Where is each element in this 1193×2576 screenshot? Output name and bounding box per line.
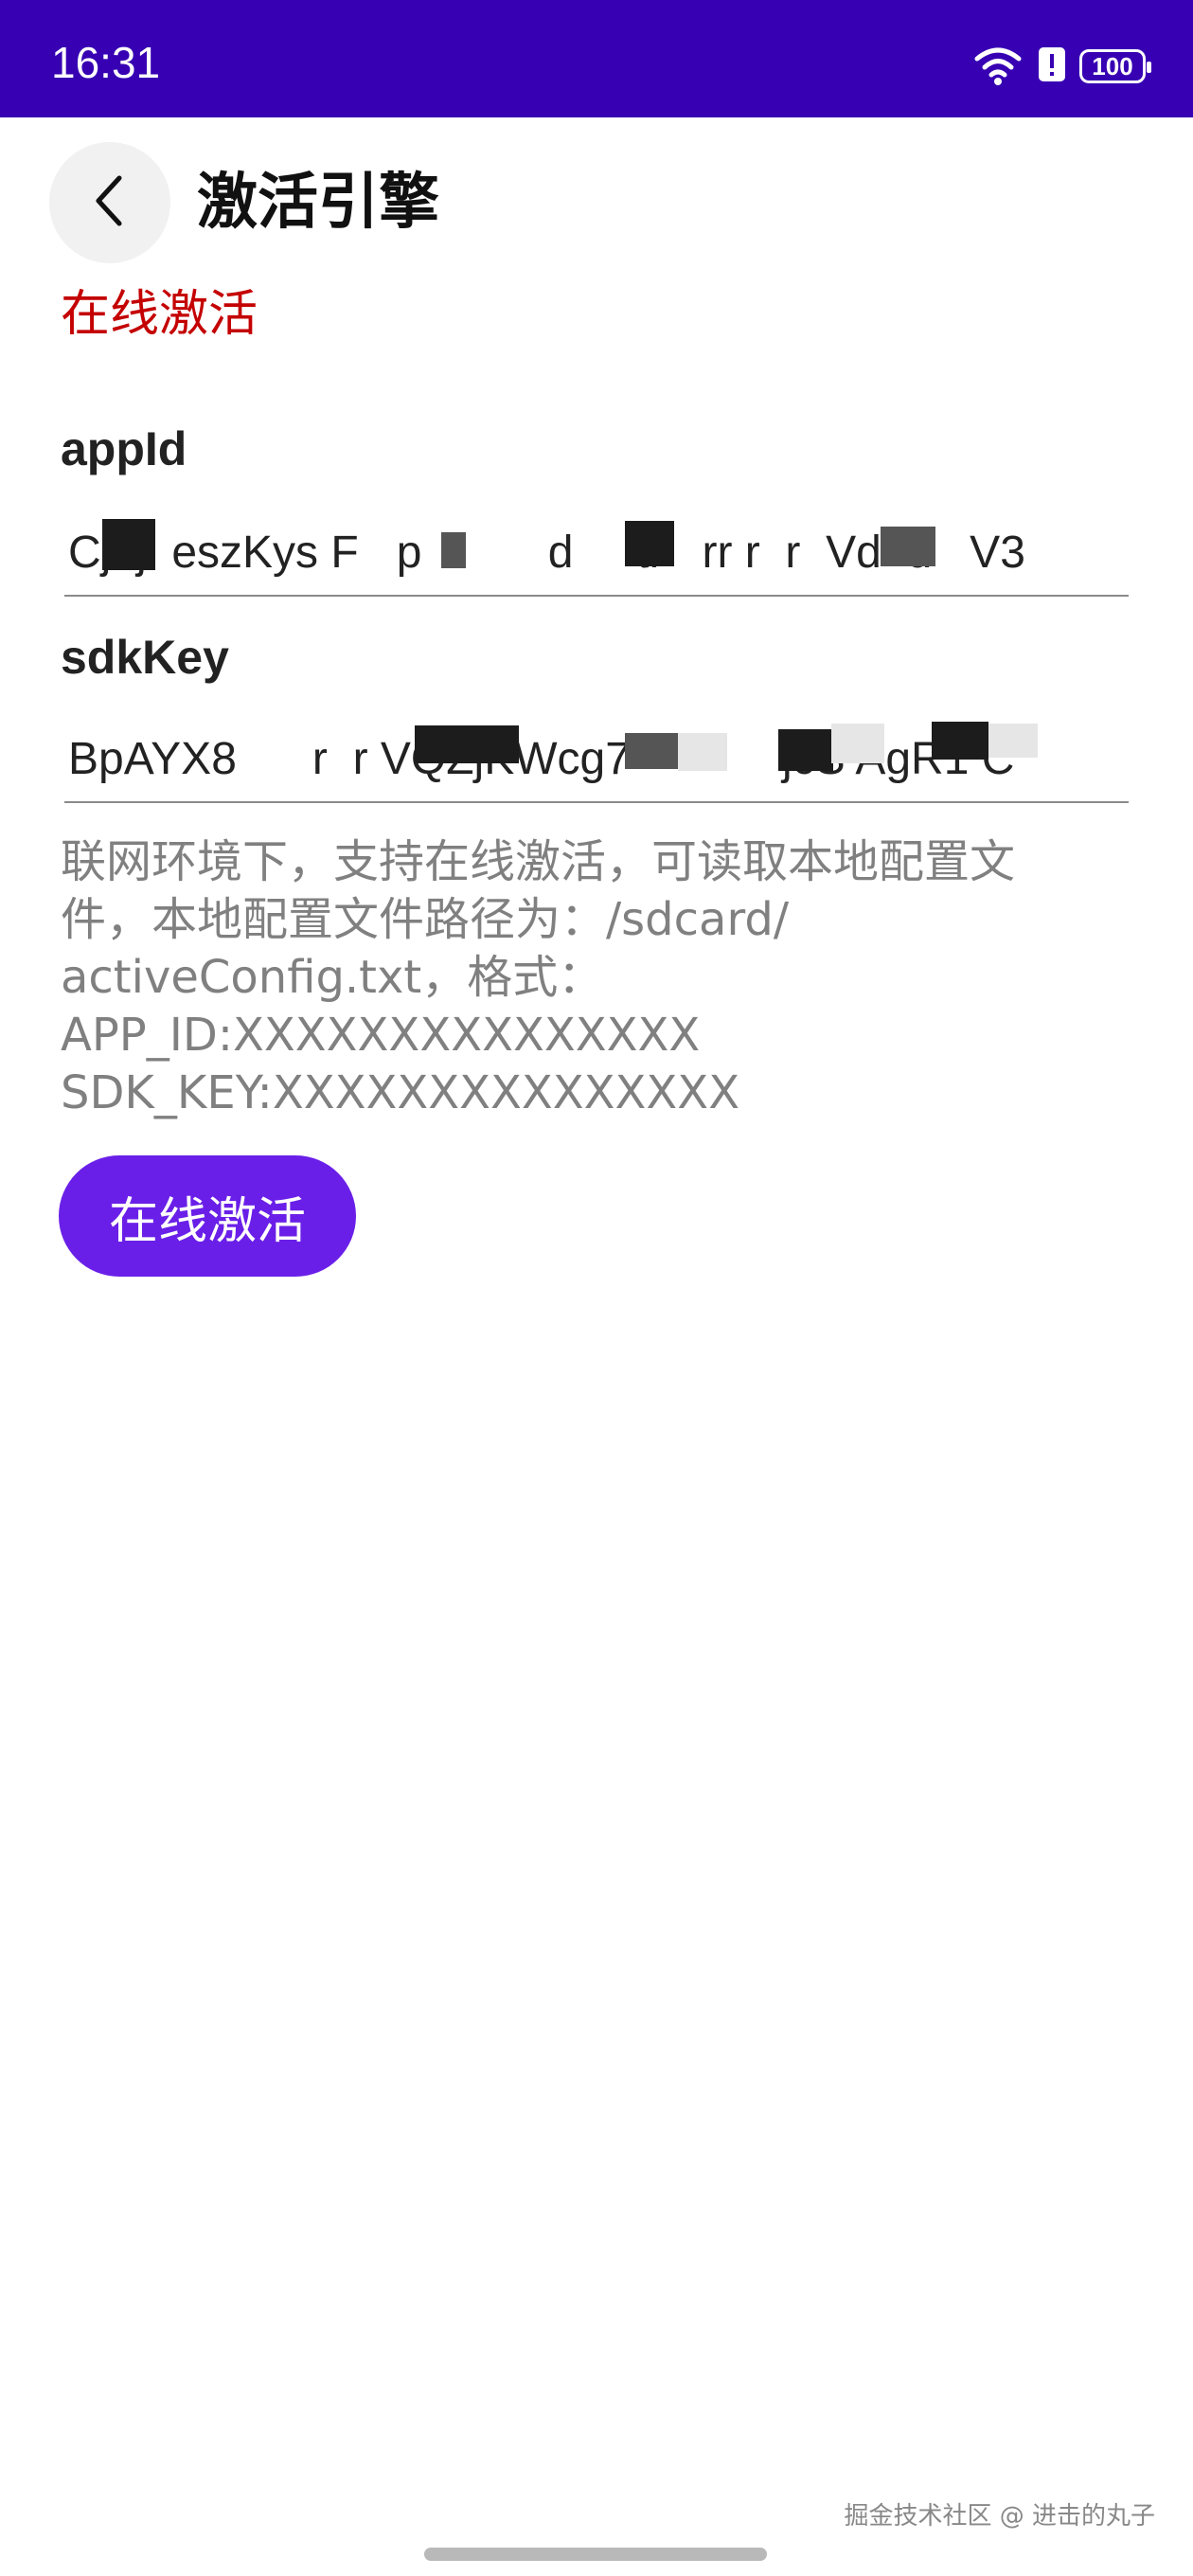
redaction-block <box>678 733 727 771</box>
redaction-block <box>102 519 155 570</box>
hint-line: APP_ID:XXXXXXXXXXXXXXX <box>61 1009 701 1062</box>
hint-line: 联网环境下，支持在线激活，可读取本地配置文 <box>61 835 1016 888</box>
status-icons: 100 <box>971 44 1151 89</box>
alert-icon <box>1038 45 1066 87</box>
hint-line: activeConfig.txt，格式： <box>61 951 604 1004</box>
hint-line: SDK_KEY:XXXXXXXXXXXXXXX <box>61 1066 740 1119</box>
redaction-block <box>441 532 466 568</box>
app-id-label: appId <box>61 422 187 475</box>
redaction-block <box>881 527 935 566</box>
redaction-block <box>831 724 884 763</box>
page-title: 激活引擎 <box>197 168 439 238</box>
wifi-icon <box>971 44 1024 89</box>
redaction-block <box>625 733 678 769</box>
sdk-key-label: sdkKey <box>61 631 229 684</box>
activate-online-button[interactable]: 在线激活 <box>59 1155 356 1277</box>
redaction-block <box>778 729 833 771</box>
hint-line: 件，本地配置文件路径为：/sdcard/ <box>61 893 789 946</box>
back-button[interactable] <box>49 142 170 263</box>
battery-icon: 100 <box>1079 49 1151 83</box>
redaction-block <box>932 722 988 760</box>
chevron-left-icon <box>89 172 131 233</box>
home-indicator[interactable] <box>424 2548 767 2561</box>
status-time: 16:31 <box>51 38 161 87</box>
redaction-block <box>415 725 519 763</box>
status-bar: 16:31 100 <box>0 0 1193 117</box>
redaction-block <box>988 724 1038 758</box>
section-title: 在线激活 <box>61 286 258 343</box>
watermark: 掘金技术社区 @ 进击的丸子 <box>844 2502 1155 2531</box>
app-id-input[interactable] <box>64 510 1129 597</box>
hint-text: 联网环境下，支持在线激活，可读取本地配置文 件，本地配置文件路径为：/sdcar… <box>61 833 1131 1122</box>
redaction-block <box>625 521 674 566</box>
